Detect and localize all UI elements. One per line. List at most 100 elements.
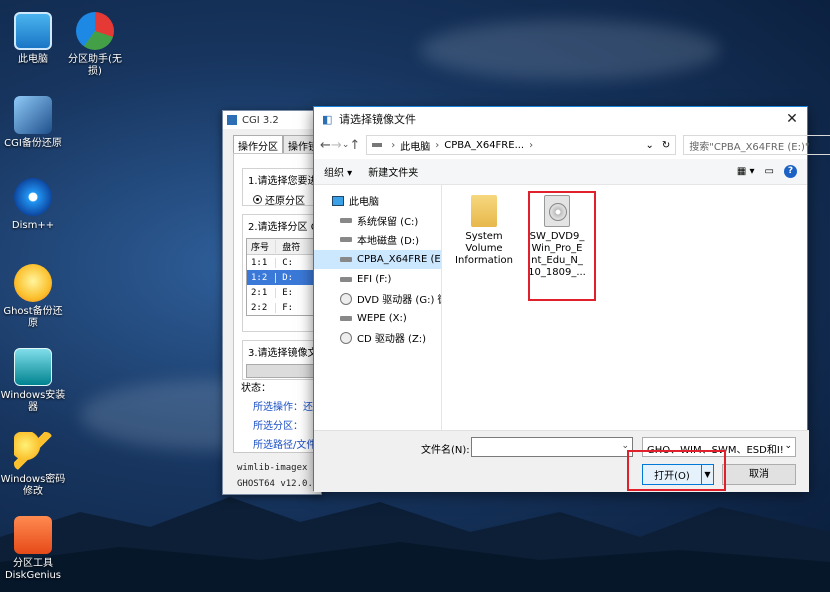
nav-item-label: WEPE (X:) (357, 312, 407, 324)
cancel-button[interactable]: 取消 (722, 464, 796, 485)
navigation-pane[interactable]: 此电脑 系统保留 (C:) 本地磁盘 (D:) CPBA_X64FRE (E:)… (314, 185, 442, 430)
nav-item-drive-x[interactable]: WEPE (X:) (314, 309, 441, 329)
preview-pane-icon[interactable]: ▭ (765, 166, 774, 177)
table-row[interactable]: 2:1 E: (247, 285, 319, 300)
dvd-icon (340, 292, 352, 305)
table-row[interactable]: 1:1 C: (247, 255, 319, 270)
desktop-icon-this-pc[interactable]: 此电脑 (0, 12, 66, 66)
desktop-icon-ghost[interactable]: Ghost备份还原 (0, 264, 66, 330)
step1-group: 1.请选择您要进 还原分区 (242, 168, 321, 206)
help-icon[interactable]: ? (784, 165, 797, 178)
drive-icon (340, 276, 352, 282)
breadcrumb-drive-e[interactable]: CPBA_X64FRE... (444, 140, 524, 151)
desktop-icon-password-tool[interactable]: Windows密码修改 (0, 432, 66, 498)
chevron-down-icon: ⌄ (784, 441, 792, 451)
radio-dot-icon (253, 195, 262, 204)
drive-icon (340, 237, 352, 243)
desktop-icon-label: 分区工具DiskGenius (4, 558, 62, 581)
breadcrumb-separator-icon: › (391, 139, 396, 151)
monitor-icon (14, 12, 52, 50)
table-header: 序号 盘符 (247, 239, 319, 255)
breadcrumb-separator-icon: › (435, 139, 440, 151)
nav-item-label: CPBA_X64FRE (E:) (357, 254, 442, 266)
cgi-titlebar[interactable]: CGI 3.2 (223, 111, 321, 129)
desktop-icon-diskgenius[interactable]: 分区工具DiskGenius (0, 516, 66, 582)
back-arrow-icon[interactable]: ← (320, 138, 331, 153)
cell-num: 1:2 (247, 272, 277, 283)
file-item-label: System Volume Information (455, 231, 513, 266)
nav-item-label: DVD 驱动器 (G:) 微 (357, 295, 442, 307)
partition-table: 序号 盘符 1:1 C: 1:2 D: 2:1 E: 2:2 F: (246, 238, 320, 316)
nav-item-this-pc[interactable]: 此电脑 (314, 191, 441, 211)
nav-item-drive-z[interactable]: CD 驱动器 (Z:) (314, 328, 441, 348)
cd-icon (340, 331, 352, 344)
desktop-icon-label: 此电脑 (18, 54, 48, 65)
filename-label: 文件名(N): (421, 445, 470, 456)
nav-item-label: 此电脑 (349, 197, 379, 209)
nav-item-drive-e[interactable]: CPBA_X64FRE (E:) (314, 249, 442, 270)
radio-restore[interactable]: 还原分区 (243, 190, 321, 205)
table-row[interactable]: 2:2 F: (247, 300, 319, 315)
close-button[interactable]: ✕ (783, 111, 801, 127)
drive-icon (340, 217, 352, 223)
nav-item-label: 系统保留 (C:) (357, 216, 419, 228)
nav-item-label: EFI (F:) (357, 273, 392, 285)
dialog-titlebar[interactable]: ◧ 请选择镜像文件 ✕ (314, 107, 807, 131)
search-placeholder: 搜索"CPBA_X64FRE (E:)" (689, 141, 810, 153)
computer-icon (332, 195, 344, 206)
desktop-icon-partition-assistant[interactable]: 分区助手(无损) (62, 12, 128, 78)
dialog-body: 此电脑 系统保留 (C:) 本地磁盘 (D:) CPBA_X64FRE (E:)… (314, 185, 809, 430)
drive-icon (340, 315, 352, 321)
drive-icon (340, 257, 352, 263)
desktop-icon-label: Windows密码修改 (0, 474, 66, 497)
nav-item-drive-d[interactable]: 本地磁盘 (D:) (314, 230, 441, 250)
toolbar-right: ▦ ▾ ▭ ? (737, 165, 797, 178)
status-section: 状态： 所选操作：还 所选分区： 所选路径/文件 (241, 379, 316, 451)
nav-item-drive-f[interactable]: EFI (F:) (314, 269, 441, 289)
breadcrumb-separator-icon: › (529, 139, 534, 151)
nav-item-label: 本地磁盘 (D:) (357, 236, 420, 248)
recent-chevron-icon[interactable]: ⌄ (342, 140, 350, 150)
partition-pie-icon (76, 12, 114, 50)
file-list[interactable]: System Volume Information SW_DVD9_ Win_P… (442, 185, 809, 430)
dialog-toolbar: 组织 ▾ 新建文件夹 ▦ ▾ ▭ ? (314, 159, 807, 185)
desktop-icon-label: Windows安装器 (0, 390, 66, 413)
view-options-icon[interactable]: ▦ ▾ (737, 166, 755, 177)
desktop-icon-label: Dism++ (11, 220, 55, 231)
step3-group: 3.请选择镜像文 (242, 340, 321, 380)
organize-menu[interactable]: 组织 ▾ (324, 164, 352, 179)
folder-icon (471, 195, 497, 227)
new-folder-button[interactable]: 新建文件夹 (368, 164, 418, 179)
key-icon (14, 432, 52, 470)
address-dropdown-icon[interactable]: ⌄ (645, 140, 653, 151)
desktop-icon-cgi-backup[interactable]: CGI备份还原 (0, 96, 66, 150)
cgi-window[interactable]: CGI 3.2 操作分区 操作镜 1.请选择您要进 还原分区 2.请选择分区 C… (222, 110, 322, 495)
step1-label: 1.请选择您要进 (248, 176, 318, 187)
filename-input[interactable]: ⌄ (471, 437, 633, 457)
status-partition: 所选分区： (253, 421, 303, 432)
desktop-icon-dism[interactable]: Dism++ (0, 178, 66, 232)
refresh-icon[interactable]: ↻ (662, 140, 670, 151)
nav-item-drive-c[interactable]: 系统保留 (C:) (314, 211, 441, 231)
cgi-logo-icon (227, 115, 237, 125)
cgi-title: CGI 3.2 (242, 114, 279, 126)
desktop-icon-windows-installer[interactable]: Windows安装器 (0, 348, 66, 414)
address-bar[interactable]: › 此电脑 › CPBA_X64FRE... › ⌄ ↻ (366, 135, 677, 155)
forward-arrow-icon[interactable]: → (331, 138, 342, 153)
dialog-footer: 文件名(N): ⌄ GHO、WIM、SWM、ESD和I! ⌄ 打开(O) ▼ 取… (314, 430, 809, 492)
breadcrumb-this-pc[interactable]: 此电脑 (400, 138, 430, 153)
file-open-dialog[interactable]: ◧ 请选择镜像文件 ✕ ← → ⌄ ↑ › 此电脑 › CPBA_X64FRE.… (313, 106, 830, 492)
up-arrow-icon[interactable]: ↑ (349, 138, 360, 153)
gear-icon (14, 178, 52, 216)
status-operation: 所选操作：还 (253, 402, 313, 413)
status-path: 所选路径/文件 (253, 440, 317, 451)
table-row[interactable]: 1:2 D: (247, 270, 319, 285)
image-path-input[interactable] (246, 364, 320, 378)
nav-item-drive-g[interactable]: DVD 驱动器 (G:) 微 (314, 289, 441, 309)
search-box[interactable]: 搜索"CPBA_X64FRE (E:)" ⌕ (683, 135, 830, 155)
file-item-system-volume[interactable]: System Volume Information (454, 195, 514, 267)
ghost-icon (14, 264, 52, 302)
step2-label: 2.请选择分区 C (248, 222, 318, 233)
highlight-open-box (627, 450, 726, 491)
tab-partition-ops[interactable]: 操作分区 (233, 135, 283, 153)
